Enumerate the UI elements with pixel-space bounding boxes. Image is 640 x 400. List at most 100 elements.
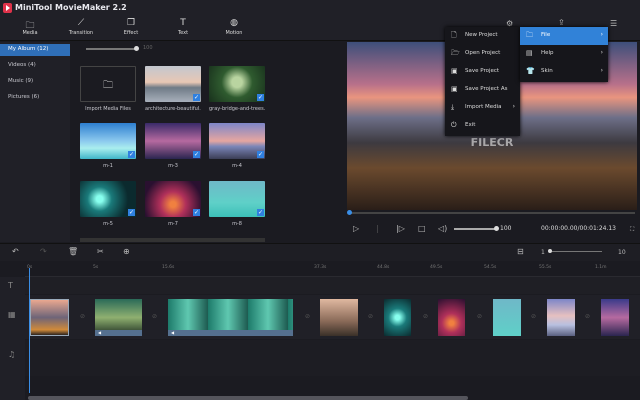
- more-media-row: [80, 238, 265, 242]
- checkbox-icon[interactable]: ✓: [193, 94, 200, 101]
- timeline-clip[interactable]: [601, 299, 629, 336]
- media-item[interactable]: ✓ m-4: [209, 123, 265, 169]
- app-title: MiniTool MovieMaker 2.2: [15, 3, 127, 12]
- timeline-ruler[interactable]: 0s 5s 15.6s 37.3s 44.8s 49.5s 54.5s 55.5…: [25, 262, 640, 277]
- next-frame-icon[interactable]: |▷: [396, 224, 405, 233]
- checkbox-icon[interactable]: ✓: [257, 94, 264, 101]
- checkbox-icon[interactable]: ✓: [128, 151, 135, 158]
- submenu-item-help[interactable]: ▤ Help ›: [520, 45, 608, 63]
- library-sidebar: My Album (12) Videos (4) Music (9) Pictu…: [0, 42, 70, 242]
- timeline-clip[interactable]: [384, 299, 411, 336]
- timeline-clip[interactable]: ◀: [168, 299, 293, 336]
- timeline-clip[interactable]: [320, 299, 358, 336]
- text-track[interactable]: [25, 277, 640, 294]
- play-icon[interactable]: ▷: [353, 224, 359, 233]
- transition-slot-icon[interactable]: ⊘: [152, 313, 157, 320]
- media-item[interactable]: ✓ m-1: [80, 123, 136, 169]
- menu-item-save-project[interactable]: ▣ Save Project: [445, 63, 520, 81]
- checkbox-icon[interactable]: ✓: [257, 151, 264, 158]
- sidebar-item-music[interactable]: Music (9): [0, 76, 70, 88]
- ruler-tick: 1.1m: [595, 265, 607, 270]
- title-bar: MiniTool MovieMaker 2.2: [0, 0, 640, 16]
- transition-slot-icon[interactable]: ⊘: [585, 313, 590, 320]
- delete-icon[interactable]: 🗑: [68, 247, 78, 256]
- ruler-tick: 49.5s: [430, 265, 443, 270]
- timeline-zoom-slider[interactable]: [552, 251, 602, 252]
- redo-icon[interactable]: ↷: [40, 247, 47, 256]
- transition-slot-icon[interactable]: ⊘: [531, 313, 536, 320]
- timeline-clip[interactable]: [438, 299, 465, 336]
- checkbox-icon[interactable]: ✓: [257, 209, 264, 216]
- import-media-tile[interactable]: 🗀 Import Media Files: [80, 66, 136, 112]
- motion-icon: ◍: [230, 18, 238, 28]
- transition-slot-icon[interactable]: ⊘: [305, 313, 310, 320]
- submenu-item-file[interactable]: 🗀 File ›: [520, 27, 608, 45]
- chevron-right-icon: ›: [600, 67, 603, 74]
- video-track-icon: ▦: [8, 310, 16, 319]
- thumbnail-size-slider[interactable]: [86, 48, 136, 50]
- shirt-icon: 👕: [526, 67, 535, 75]
- effect-button[interactable]: ❐ Effect: [109, 18, 153, 36]
- text-icon: T: [180, 18, 186, 28]
- text-button[interactable]: T Text: [161, 18, 205, 36]
- media-item[interactable]: ✓ m-5: [80, 181, 136, 227]
- menu-item-save-project-as[interactable]: ▣ Save Project As: [445, 81, 520, 99]
- media-item[interactable]: ✓ m-7: [145, 181, 201, 227]
- media-item[interactable]: ✓ m-8: [209, 181, 265, 227]
- transition-slot-icon[interactable]: ⊘: [80, 313, 85, 320]
- media-button[interactable]: 🗀 Media: [8, 18, 52, 36]
- fullscreen-icon[interactable]: ⛶: [630, 226, 634, 234]
- previous-frame-icon[interactable]: |: [376, 224, 379, 233]
- audio-track[interactable]: [25, 340, 640, 376]
- transition-slot-icon[interactable]: ⊘: [423, 313, 428, 320]
- timeline-clip[interactable]: [547, 299, 575, 336]
- sidebar-item-pictures[interactable]: Pictures (6): [0, 92, 70, 104]
- slider-handle[interactable]: [134, 46, 139, 51]
- watermark: FILECR: [470, 136, 514, 149]
- export-icon[interactable]: ⇪: [558, 18, 565, 27]
- transition-button[interactable]: ⟋ Transition: [59, 18, 103, 36]
- timeline-clip[interactable]: [30, 299, 69, 336]
- volume-handle[interactable]: [494, 226, 499, 231]
- checkbox-icon[interactable]: ✓: [193, 209, 200, 216]
- checkbox-icon[interactable]: ✓: [193, 151, 200, 158]
- sidebar-item-my-album[interactable]: My Album (12): [0, 44, 70, 56]
- ruler-tick: 44.8s: [377, 265, 390, 270]
- fit-timeline-icon[interactable]: ⊟: [517, 247, 524, 256]
- timeline-clip[interactable]: [493, 299, 521, 336]
- undo-icon[interactable]: ↶: [12, 247, 19, 256]
- playhead[interactable]: [29, 268, 30, 393]
- preview-seekbar[interactable]: [349, 212, 635, 214]
- submenu-item-skin[interactable]: 👕 Skin ›: [520, 63, 608, 81]
- menu-item-open-project[interactable]: 🗁 Open Project: [445, 45, 520, 63]
- transition-slot-icon[interactable]: ⊘: [477, 313, 482, 320]
- volume-icon[interactable]: ◁): [438, 224, 447, 233]
- media-item[interactable]: ✓ m-3: [145, 123, 201, 169]
- menu-item-import-media[interactable]: ⤓ Import Media ›: [445, 99, 520, 117]
- clip-audio-bar: ◀: [168, 330, 293, 336]
- transition-icon: ⟋: [77, 18, 85, 28]
- ruler-tick: 54.5s: [484, 265, 497, 270]
- ruler-tick: 55.5s: [539, 265, 552, 270]
- split-icon[interactable]: ✂: [97, 247, 104, 256]
- chevron-right-icon: ›: [512, 103, 515, 110]
- stop-icon[interactable]: □: [418, 224, 426, 233]
- media-item[interactable]: ✓ gray-bridge-and-trees...: [209, 66, 265, 112]
- timeline-zoom-handle[interactable]: [548, 249, 552, 253]
- timeline-clip[interactable]: ◀: [95, 299, 142, 336]
- menu-item-new-project[interactable]: 🗋 New Project: [445, 27, 520, 45]
- menu-item-exit[interactable]: ⏻ Exit: [445, 117, 520, 135]
- timeline-scrollbar[interactable]: [28, 396, 468, 400]
- seekbar-handle[interactable]: [347, 210, 352, 215]
- media-item[interactable]: ✓ architecture-beautiful...: [145, 66, 201, 112]
- crop-icon[interactable]: ⊕: [123, 247, 130, 256]
- checkbox-icon[interactable]: ✓: [128, 209, 135, 216]
- volume-slider[interactable]: [454, 228, 496, 230]
- new-project-icon: 🗋: [451, 31, 457, 39]
- motion-button[interactable]: ◍ Motion: [212, 18, 256, 36]
- open-folder-icon: 🗁: [451, 49, 460, 57]
- sidebar-item-videos[interactable]: Videos (4): [0, 60, 70, 72]
- transition-slot-icon[interactable]: ⊘: [368, 313, 373, 320]
- main-menu: 🗋 New Project 🗁 Open Project ▣ Save Project…: [445, 27, 520, 136]
- menu-icon[interactable]: ☰: [610, 19, 617, 28]
